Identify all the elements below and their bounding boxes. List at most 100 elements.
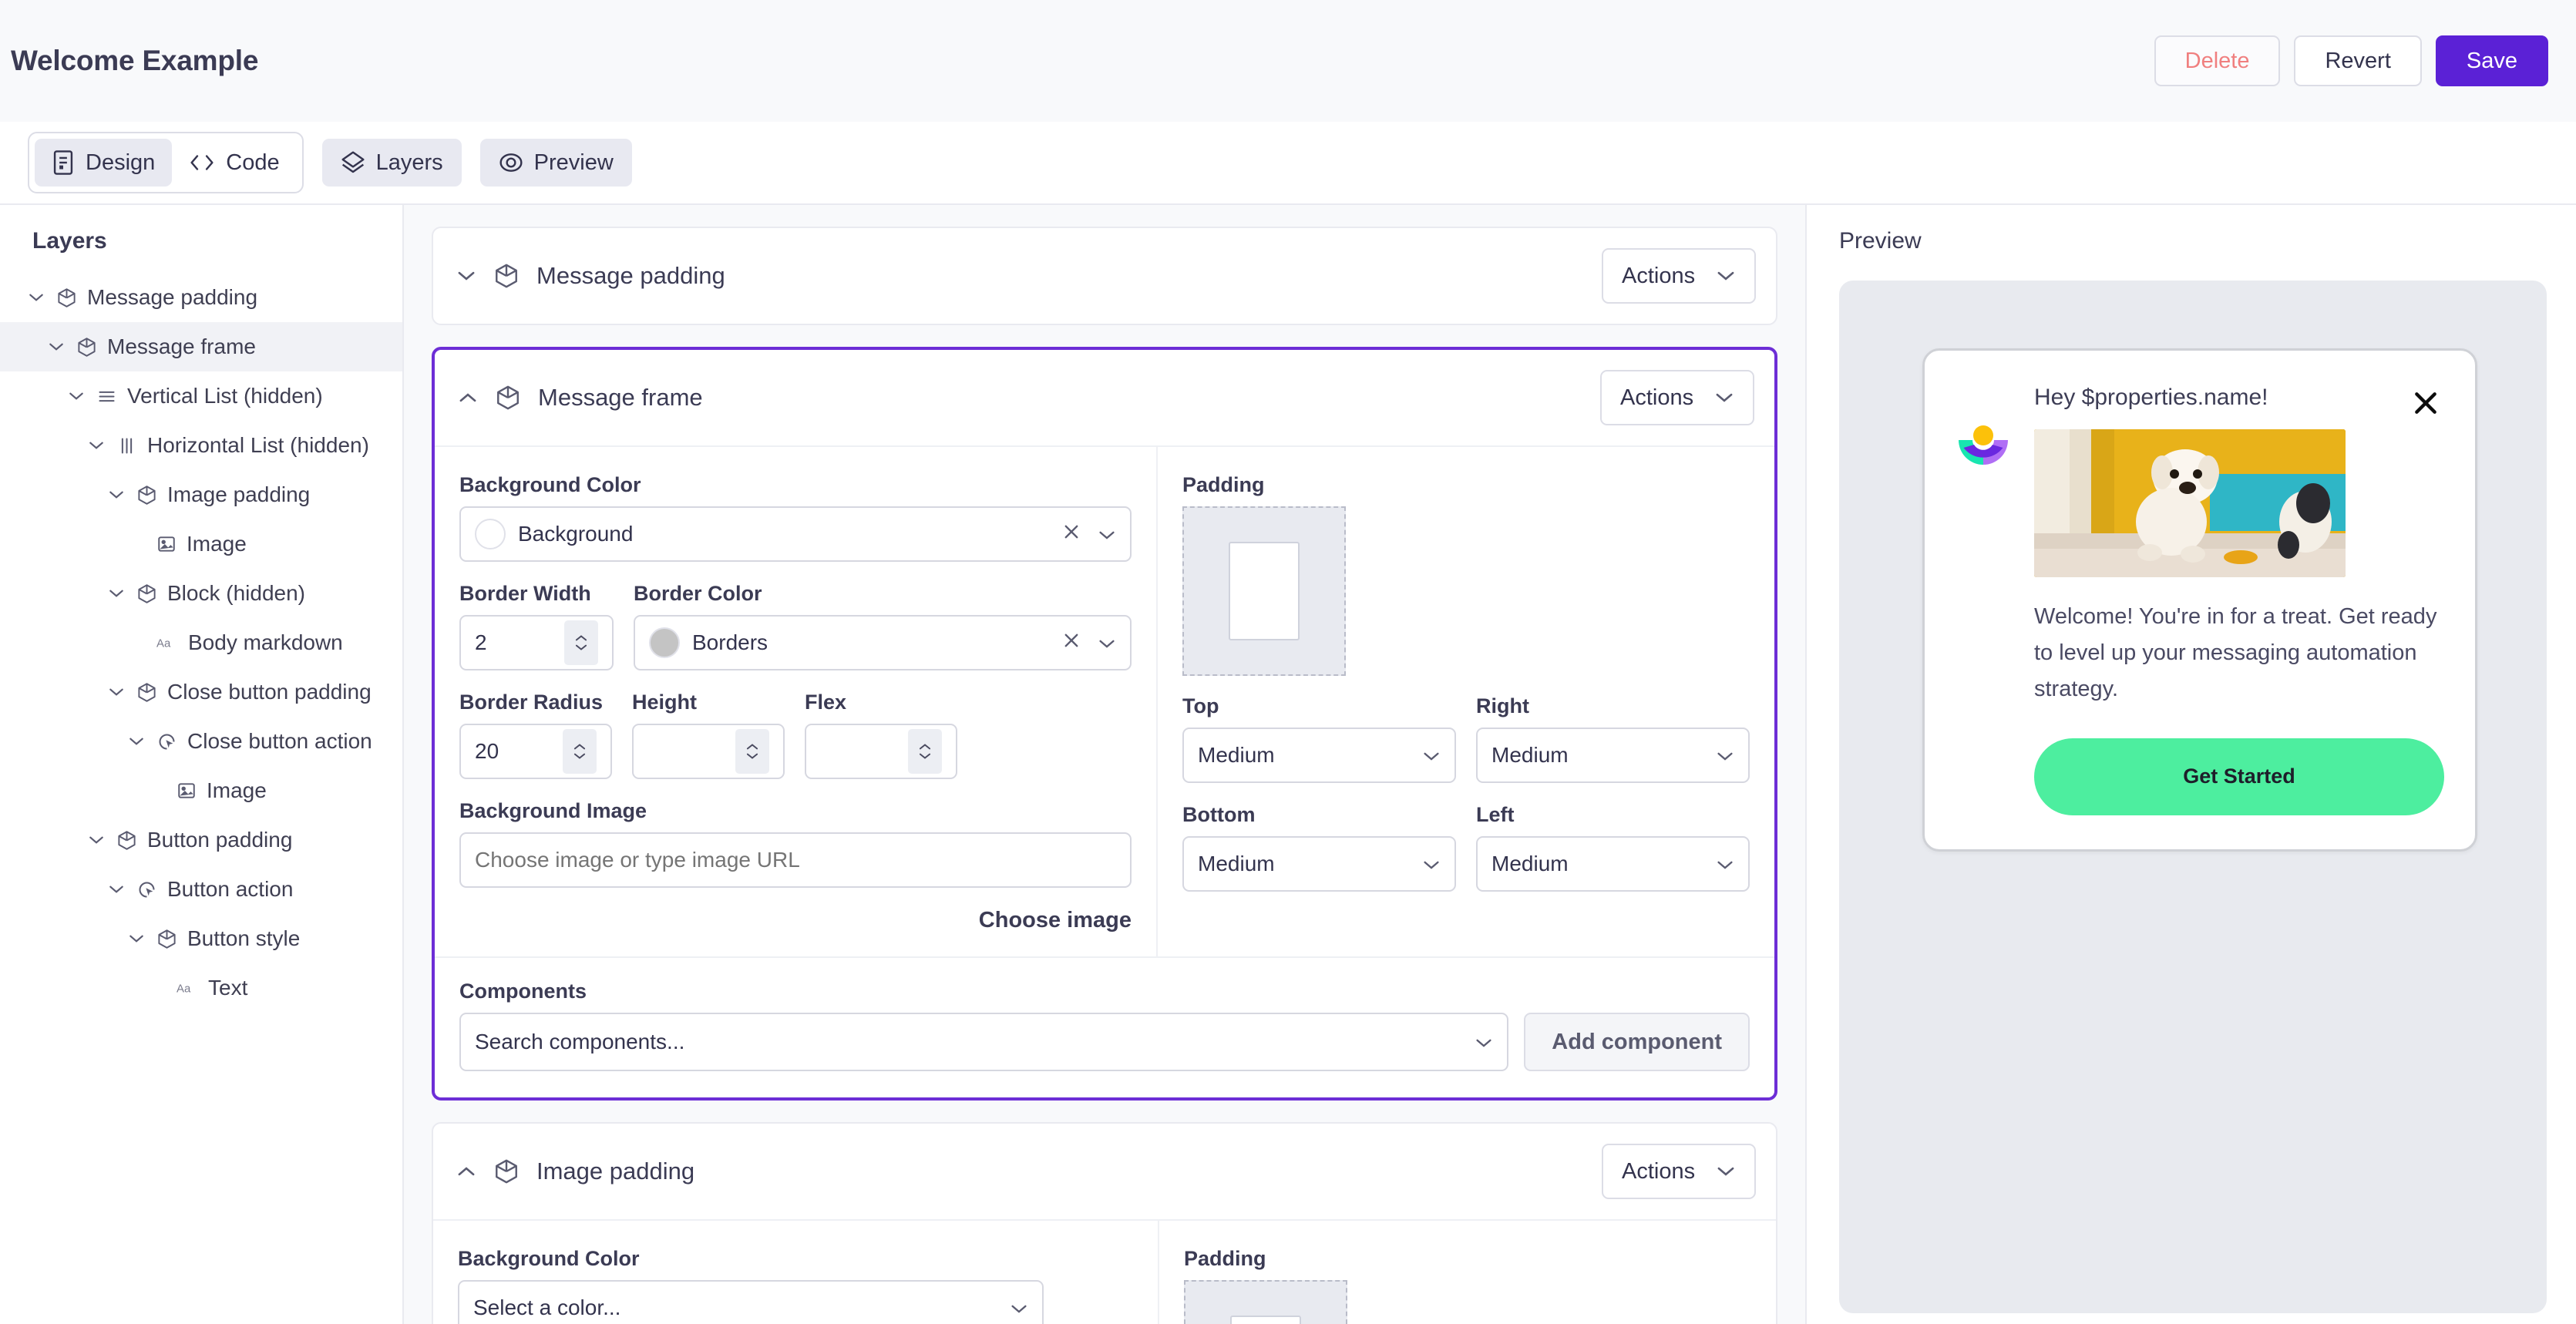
revert-button[interactable]: Revert	[2294, 35, 2422, 86]
border-radius-input[interactable]: 20	[459, 724, 612, 779]
chevron-down-icon[interactable]	[126, 929, 146, 949]
layer-item-image[interactable]: Image	[0, 766, 402, 815]
delete-button[interactable]: Delete	[2154, 35, 2281, 86]
field-border-radius: Border Radius 20	[459, 691, 612, 779]
layer-item-button-padding[interactable]: Button padding	[0, 815, 402, 865]
save-button[interactable]: Save	[2435, 35, 2548, 86]
padding-fields-column: Padding	[1159, 1221, 1776, 1324]
section-header-left: Message padding	[456, 262, 725, 290]
background-color-select[interactable]: Background	[459, 506, 1132, 562]
chevron-down-icon[interactable]	[106, 879, 126, 899]
cube-icon	[116, 830, 137, 851]
eye-icon	[499, 150, 523, 175]
padding-bottom-value: Medium	[1198, 852, 1275, 875]
tab-preview[interactable]: Preview	[479, 139, 632, 187]
preview-message-card: Hey $properties.name! Welcome! You're in…	[1922, 348, 2477, 852]
layer-item-message-frame[interactable]: Message frame	[0, 322, 402, 371]
border-width-input[interactable]: 2	[459, 615, 614, 670]
number-stepper[interactable]	[908, 729, 942, 774]
layer-item-label: Horizontal List (hidden)	[147, 433, 369, 457]
padding-visualizer[interactable]	[1184, 1280, 1347, 1324]
layer-item-image[interactable]: Image	[0, 519, 402, 569]
layer-item-image-padding[interactable]: Image padding	[0, 470, 402, 519]
padding-top-select[interactable]: Medium	[1182, 728, 1456, 783]
chevron-down-icon[interactable]	[46, 337, 66, 357]
layer-item-horizontal-list-hidden[interactable]: Horizontal List (hidden)	[0, 421, 402, 470]
padding-bottom-select[interactable]: Medium	[1182, 836, 1456, 892]
height-input[interactable]	[632, 724, 785, 779]
section-message-padding: Message padding Actions	[432, 227, 1777, 325]
chevron-down-icon[interactable]	[86, 435, 106, 455]
row-border: Border Width 2 Border Color Borders	[459, 582, 1132, 670]
background-color-placeholder: Select a color...	[473, 1295, 621, 1319]
section-title: Image padding	[536, 1158, 695, 1185]
background-color-select[interactable]: Select a color...	[458, 1280, 1044, 1324]
chevron-up-icon[interactable]	[456, 1161, 476, 1181]
field-border-width: Border Width 2	[459, 582, 614, 670]
layer-item-label: Image	[207, 778, 267, 802]
tab-layers[interactable]: Layers	[321, 139, 462, 187]
chevron-down-icon[interactable]	[1098, 522, 1116, 546]
actions-label: Actions	[1620, 385, 1694, 410]
clear-icon[interactable]	[1062, 522, 1081, 546]
layer-item-label: Block (hidden)	[167, 581, 305, 605]
actions-dropdown-message-padding[interactable]: Actions	[1602, 248, 1756, 304]
layer-item-text[interactable]: Aa Text	[0, 963, 402, 1013]
layer-item-vertical-list-hidden[interactable]: Vertical List (hidden)	[0, 371, 402, 421]
background-image-input[interactable]	[459, 832, 1132, 888]
section-message-frame-header[interactable]: Message frame Actions	[435, 350, 1774, 445]
actions-dropdown-image-padding[interactable]: Actions	[1602, 1144, 1756, 1199]
section-image-padding-header[interactable]: Image padding Actions	[433, 1124, 1776, 1219]
tab-design[interactable]: Design	[35, 139, 173, 187]
field-label: Border Color	[634, 582, 762, 605]
number-stepper[interactable]	[735, 729, 769, 774]
layer-item-block-hidden[interactable]: Block (hidden)	[0, 569, 402, 618]
main-body: Layers Message padding Message frame Verti…	[0, 205, 2576, 1324]
chevron-up-icon[interactable]	[458, 388, 478, 408]
chevron-down-icon[interactable]	[86, 830, 106, 850]
get-started-button[interactable]: Get Started	[2034, 738, 2444, 815]
padding-right-select[interactable]: Medium	[1476, 728, 1750, 783]
flex-input[interactable]	[805, 724, 957, 779]
layers-icon	[341, 150, 365, 175]
chevron-down-icon[interactable]	[126, 731, 146, 751]
actions-dropdown-message-frame[interactable]: Actions	[1600, 370, 1754, 425]
layer-item-close-button-action[interactable]: Close button action	[0, 717, 402, 766]
add-component-button[interactable]: Add component	[1524, 1013, 1750, 1071]
components-search-select[interactable]: Search components...	[459, 1013, 1509, 1071]
chevron-down-icon[interactable]	[106, 682, 126, 702]
number-stepper[interactable]	[564, 620, 598, 665]
section-message-padding-header[interactable]: Message padding Actions	[433, 228, 1776, 324]
number-stepper[interactable]	[563, 729, 597, 774]
chevron-down-icon[interactable]	[106, 485, 126, 505]
layer-item-button-action[interactable]: Button action	[0, 865, 402, 914]
layer-item-message-padding[interactable]: Message padding	[0, 273, 402, 322]
border-color-value: Borders	[692, 630, 768, 654]
action-icon	[136, 879, 157, 900]
layer-item-button-style[interactable]: Button style	[0, 914, 402, 963]
preview-message-body: Welcome! You're in for a treat. Get read…	[2034, 604, 2437, 701]
padding-left-select[interactable]: Medium	[1476, 836, 1750, 892]
layer-item-body-markdown[interactable]: Aa Body markdown	[0, 618, 402, 667]
field-label: Right	[1476, 694, 1529, 717]
layer-item-label: Body markdown	[188, 630, 343, 654]
layer-item-label: Text	[208, 976, 248, 1000]
field-padding-left: Left Medium	[1476, 803, 1750, 892]
chevron-down-icon[interactable]	[456, 266, 476, 286]
close-icon[interactable]	[2410, 388, 2441, 422]
chevron-down-icon[interactable]	[26, 287, 46, 307]
tab-code[interactable]: Code	[172, 139, 296, 187]
image-icon	[156, 534, 177, 554]
document-icon	[52, 150, 75, 176]
field-label: Top	[1182, 694, 1219, 717]
chevron-down-icon[interactable]	[106, 583, 126, 603]
clear-icon[interactable]	[1062, 630, 1081, 655]
choose-image-link[interactable]: Choose image	[459, 908, 1132, 933]
chevron-down-icon[interactable]	[1098, 630, 1116, 655]
chevron-down-icon[interactable]	[66, 386, 86, 406]
padding-visualizer[interactable]	[1182, 506, 1346, 676]
border-color-select[interactable]: Borders	[634, 615, 1132, 670]
layer-item-close-button-padding[interactable]: Close button padding	[0, 667, 402, 717]
section-image-padding: Image padding Actions Background Color S…	[432, 1122, 1777, 1324]
